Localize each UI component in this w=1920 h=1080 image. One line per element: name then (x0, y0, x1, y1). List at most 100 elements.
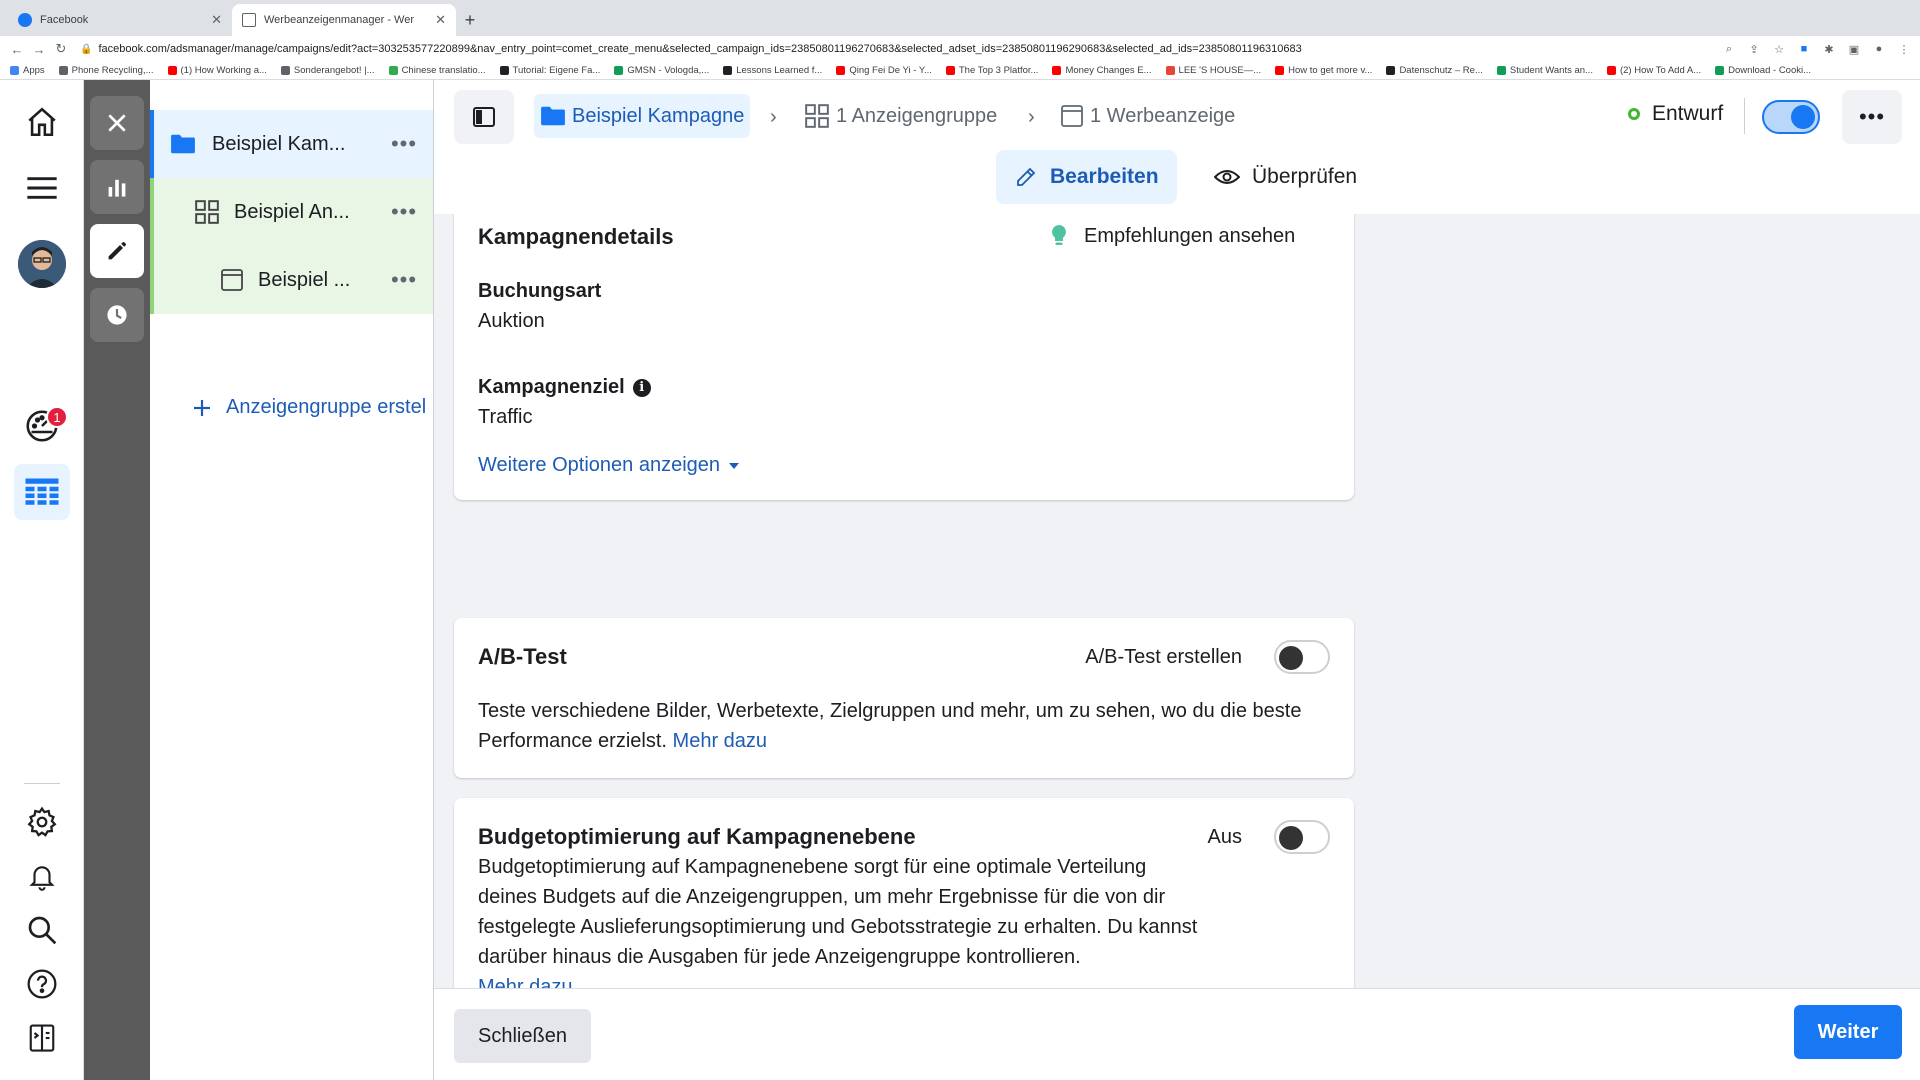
bookmark-item[interactable]: Chinese translatio... (388, 65, 486, 76)
breadcrumb-adset[interactable]: 1 Anzeigengruppe (804, 94, 997, 138)
bell-icon (29, 866, 55, 891)
close-tab-icon[interactable]: ✕ (435, 12, 446, 28)
bookmark-item[interactable]: Phone Recycling,... (58, 65, 154, 76)
campaign-tree: Beispiel Kam... ••• Beispiel An... ••• B… (150, 80, 434, 1080)
bookmark-item[interactable]: LEE 'S HOUSE—... (1165, 65, 1262, 76)
browser-tab-facebook[interactable]: Facebook ✕ (8, 4, 232, 36)
performance-button[interactable]: 1 (14, 398, 70, 454)
breadcrumb-campaign[interactable]: Beispiel Kampagne (534, 94, 751, 138)
next-button[interactable]: Weiter (1794, 1005, 1902, 1059)
breadcrumb-ad[interactable]: 1 Werbeanzeige (1060, 94, 1235, 138)
browser-tab-ads-manager[interactable]: Werbeanzeigenmanager - Wer ✕ (232, 4, 456, 36)
bookmark-item[interactable]: (2) How To Add A... (1606, 65, 1701, 76)
search-button[interactable] (14, 902, 70, 958)
close-icon (108, 114, 126, 132)
ab-test-learn-more-link[interactable]: Mehr dazu (673, 730, 768, 752)
tree-item-campaign[interactable]: Beispiel Kam... ••• (150, 110, 433, 178)
editor-footer: Schließen Weiter (434, 988, 1920, 1080)
bookmark-item[interactable]: The Top 3 Platfor... (945, 65, 1038, 76)
close-button[interactable]: Schließen (454, 1009, 591, 1063)
add-adset-link[interactable]: Anzeigengruppe erstel (192, 396, 426, 419)
avatar[interactable] (18, 240, 66, 288)
recommendations-link[interactable]: Empfehlungen ansehen (1050, 224, 1295, 248)
recommendations-label: Empfehlungen ansehen (1084, 224, 1296, 247)
edit-button[interactable] (90, 224, 144, 278)
objective-label-text: Kampagnenziel (478, 376, 625, 398)
reload-icon[interactable]: ↻ (52, 41, 70, 57)
budget-learn-more-link[interactable]: Mehr dazu (478, 976, 573, 988)
toggle-knob (1279, 826, 1303, 850)
profile-icon[interactable]: ● (1871, 43, 1887, 55)
home-icon (28, 107, 56, 137)
bookmark-label: Money Changes E... (1065, 65, 1152, 76)
ads-manager-icon (242, 13, 256, 27)
bookmark-item[interactable]: Money Changes E... (1052, 65, 1152, 76)
bookmark-favicon-icon (614, 66, 624, 75)
tab-label: Bearbeiten (1050, 165, 1159, 188)
campaign-active-toggle[interactable] (1762, 100, 1820, 134)
ads-manager-app: 1 Beispiel Kam... ••• Beispiel An... •••… (0, 80, 1920, 1080)
help-button[interactable] (14, 956, 70, 1012)
header-more-button[interactable]: ••• (1842, 90, 1902, 144)
bookmarks-bar: Apps Phone Recycling,... (1) How Working a… (0, 62, 1920, 80)
bookmark-label: Chinese translatio... (401, 65, 486, 76)
bookmark-item[interactable]: How to get more v... (1275, 65, 1372, 76)
address-bar: ← → ↻ 🔒 facebook.com/adsmanager/manage/ca… (0, 36, 1920, 62)
charts-button[interactable] (90, 160, 144, 214)
settings-button[interactable] (14, 794, 70, 850)
info-icon[interactable]: i (632, 378, 651, 397)
more-options-link[interactable]: Weitere Optionen anzeigen (478, 454, 740, 477)
adset-more-button[interactable]: ••• (374, 199, 433, 225)
ab-test-toggle[interactable] (1274, 640, 1330, 674)
bookmark-item[interactable]: Download - Cooki... (1715, 65, 1811, 76)
tree-item-label: Beispiel ... (258, 268, 351, 291)
star-icon[interactable]: ☆ (1771, 43, 1787, 56)
new-tab-button[interactable]: + (456, 4, 484, 36)
campaign-more-button[interactable]: ••• (374, 131, 433, 157)
bookmark-item[interactable]: Apps (10, 65, 45, 76)
bookmark-item[interactable]: Qing Fei De Yi - Y... (836, 65, 932, 76)
status-dot-icon (1628, 108, 1640, 120)
bookmark-item[interactable]: Lessons Learned f... (723, 65, 822, 76)
toggle-sidebar-button[interactable] (454, 90, 514, 144)
back-icon[interactable]: ← (8, 42, 26, 57)
zoom-icon[interactable]: ⌕ (1721, 43, 1737, 55)
add-adset-label: Anzeigengruppe erstel (226, 396, 427, 418)
home-button[interactable] (14, 94, 70, 150)
tab-review[interactable]: Überprüfen (1196, 150, 1375, 204)
forward-icon[interactable]: → (30, 42, 48, 57)
close-tab-icon[interactable]: ✕ (211, 12, 222, 28)
campaigns-button[interactable] (14, 464, 70, 520)
bookmark-item[interactable]: Tutorial: Eigene Fa... (499, 65, 600, 76)
breadcrumb-label: 1 Werbeanzeige (1090, 104, 1236, 127)
budget-optimization-toggle[interactable] (1274, 820, 1330, 854)
bookmark-favicon-icon (945, 66, 955, 75)
menu-icon[interactable]: ⋮ (1896, 43, 1912, 56)
bookmark-item[interactable]: GMSN - Vologda,... (614, 65, 709, 76)
bookmark-label: LEE 'S HOUSE—... (1178, 65, 1262, 76)
tree-item-ad[interactable]: Beispiel ... ••• (150, 246, 433, 314)
bookmark-item[interactable]: Student Wants an... (1496, 65, 1593, 76)
share-icon[interactable]: ⇪ (1746, 43, 1762, 56)
ab-test-title: A/B-Test (478, 644, 567, 669)
tab-edit[interactable]: Bearbeiten (996, 150, 1177, 204)
bookmark-item[interactable]: (1) How Working a... (167, 65, 267, 76)
facebook-extension-icon[interactable]: ■ (1796, 43, 1812, 55)
close-editor-button[interactable] (90, 96, 144, 150)
bookmark-label: How to get more v... (1288, 65, 1373, 76)
menu-button[interactable] (14, 160, 70, 216)
ad-more-button[interactable]: ••• (374, 267, 433, 293)
tab-label: Überprüfen (1252, 165, 1358, 188)
tree-item-adset[interactable]: Beispiel An... ••• (150, 178, 433, 246)
bookmark-favicon-icon (1165, 66, 1175, 75)
url-field[interactable]: 🔒 facebook.com/adsmanager/manage/campaign… (74, 43, 1712, 55)
sidepanel-icon[interactable]: ▣ (1846, 43, 1862, 56)
notifications-button[interactable] (14, 848, 70, 904)
bookmark-item[interactable]: Sonderangebot! |... (280, 65, 375, 76)
bookmark-favicon-icon (10, 66, 19, 75)
bookmark-label: Lessons Learned f... (736, 65, 823, 76)
bookmark-item[interactable]: Datenschutz – Re... (1386, 65, 1483, 76)
report-button[interactable] (14, 1010, 70, 1066)
extensions-icon[interactable]: ✱ (1821, 43, 1837, 56)
history-button[interactable] (90, 288, 144, 342)
